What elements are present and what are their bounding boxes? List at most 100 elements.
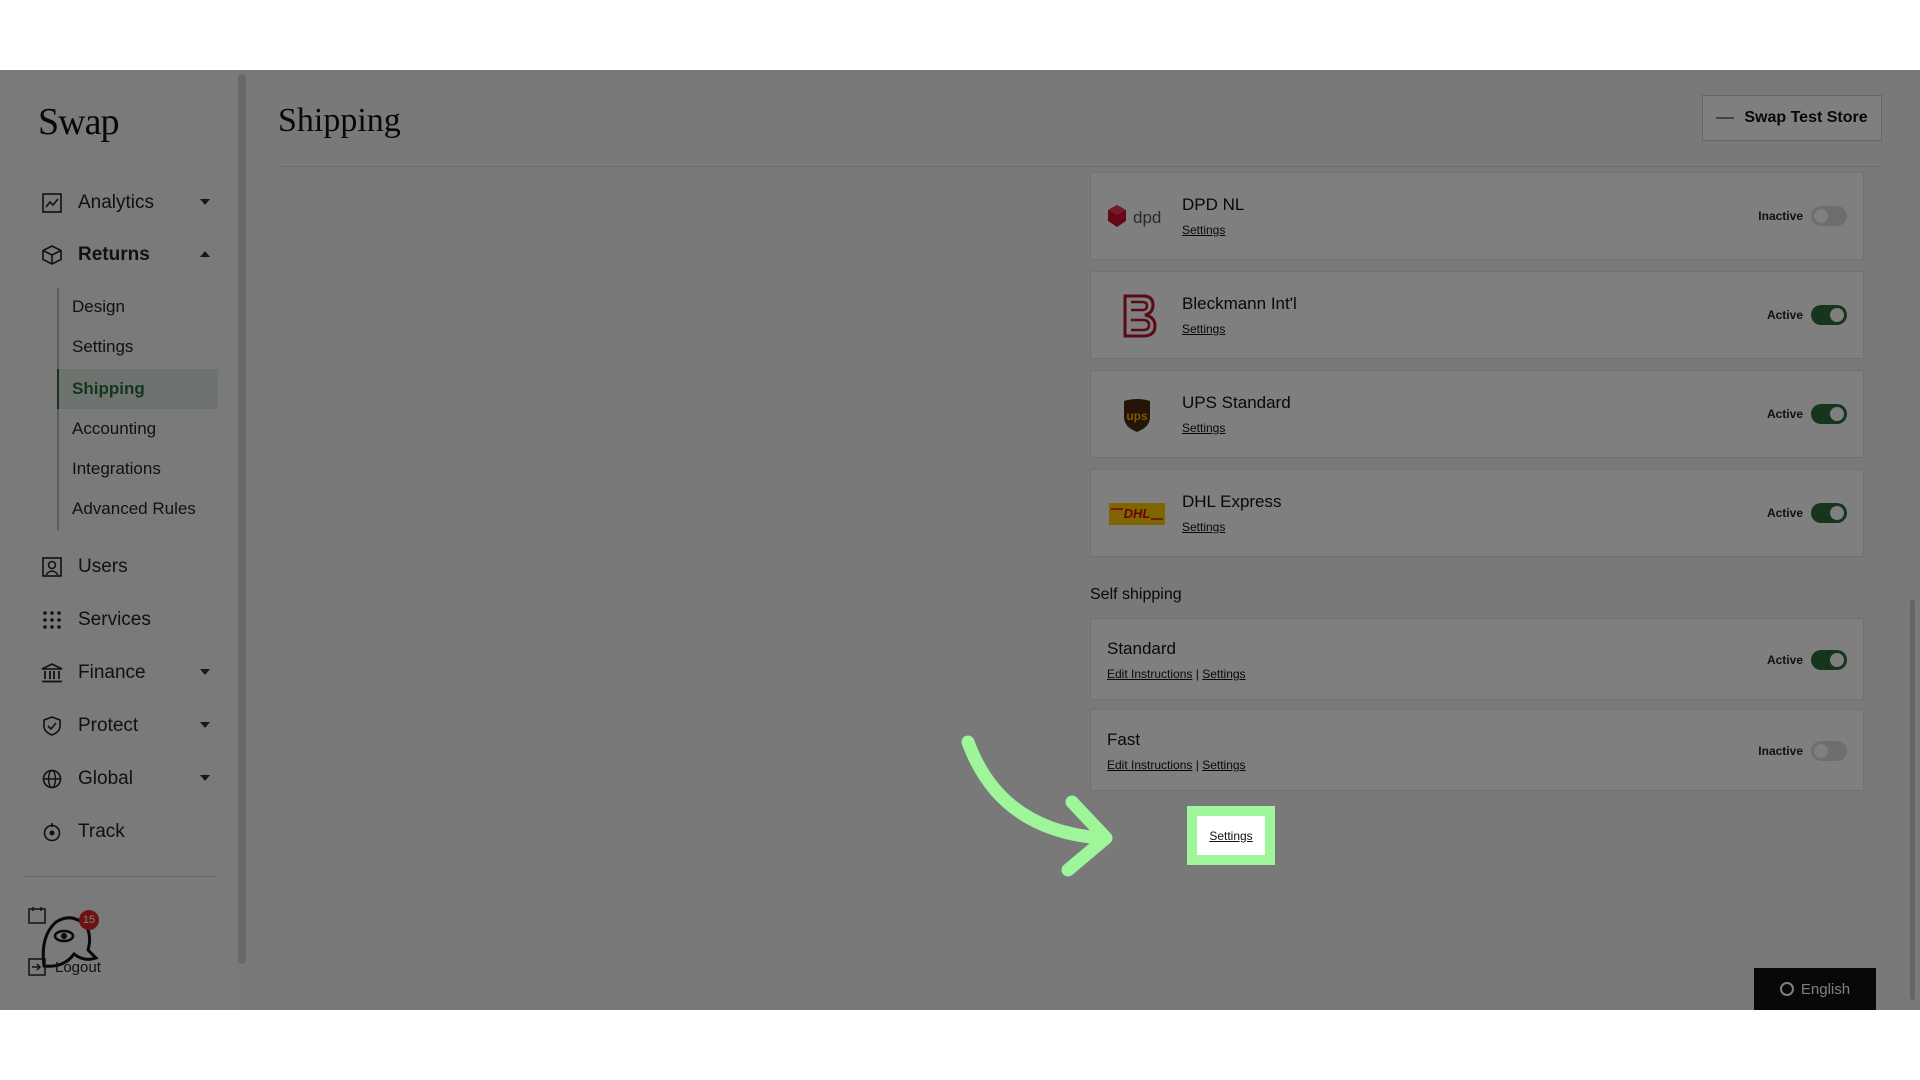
sidebar-item-label: Users (78, 556, 128, 577)
store-selector-button[interactable]: Swap Test Store (1702, 95, 1882, 141)
grid-icon (40, 608, 64, 632)
status-label: Active (1766, 506, 1803, 520)
sub-item-accounting[interactable]: Accounting (72, 414, 156, 444)
shield-icon (40, 714, 64, 738)
notification-badge: 15 (79, 910, 99, 930)
logout-label: Logout (55, 958, 101, 976)
sidebar-item-label: Protect (78, 715, 139, 736)
sidebar-item-track[interactable]: Track (40, 812, 210, 852)
carrier-links: Settings (1182, 223, 1225, 237)
highlighted-settings-label[interactable]: Settings (1209, 829, 1252, 843)
self-shipping-card-standard: Standard Edit Instructions | Settings Ac… (1090, 618, 1864, 700)
chevron-down-icon (200, 199, 210, 205)
self-shipping-heading: Self shipping (1090, 586, 1182, 603)
sidebar-item-label: Global (78, 768, 133, 789)
chevron-up-icon (200, 251, 210, 257)
svg-text:ups: ups (1126, 409, 1148, 423)
app-window: Swap Analytics Returns Design Settings S… (0, 70, 1920, 1010)
carrier-settings-link[interactable]: Settings (1182, 421, 1225, 435)
app-logo: Swap (38, 101, 119, 143)
dhl-logo: DHL (1107, 490, 1167, 538)
carrier-name: DHL Express (1182, 492, 1282, 511)
carrier-toggle[interactable] (1811, 503, 1847, 523)
chevron-down-icon (200, 775, 210, 781)
pointer-arrow-icon (961, 735, 1113, 877)
sidebar-scrollbar[interactable] (238, 74, 246, 964)
carrier-settings-link[interactable]: Settings (1182, 322, 1225, 336)
carrier-toggle[interactable] (1811, 305, 1847, 325)
sidebar-item-label: Finance (78, 662, 146, 683)
sub-item-design[interactable]: Design (72, 292, 125, 322)
sidebar-item-users[interactable]: Users (40, 547, 210, 587)
sub-item-settings[interactable]: Settings (72, 332, 133, 362)
method-name: Standard (1107, 639, 1176, 658)
header-divider (278, 166, 1880, 167)
ups-logo: ups (1107, 391, 1167, 439)
status-label: Active (1766, 653, 1803, 667)
sidebar-item-finance[interactable]: Finance (40, 653, 210, 693)
highlighted-settings-link[interactable]: Settings (1197, 816, 1265, 855)
chevron-down-icon (200, 669, 210, 675)
carrier-links: Settings (1182, 520, 1225, 534)
carrier-name: DPD NL (1182, 195, 1245, 214)
sidebar-divider (24, 876, 216, 877)
carrier-settings-link[interactable]: Settings (1182, 520, 1225, 534)
method-settings-link[interactable]: Settings (1202, 758, 1245, 772)
language-label: English (1800, 980, 1851, 998)
carrier-card-ups: ups UPS Standard Settings Active (1090, 370, 1864, 458)
edit-instructions-link[interactable]: Edit Instructions (1107, 667, 1192, 681)
store-name: Swap Test Store (1744, 109, 1868, 126)
page-title: Shipping (278, 102, 401, 139)
sidebar-item-label: Returns (78, 244, 150, 265)
link-separator: | (1195, 758, 1199, 772)
carrier-name: UPS Standard (1182, 393, 1291, 412)
user-icon (40, 555, 64, 579)
status-label: Inactive (1758, 209, 1803, 223)
language-button[interactable]: English (1754, 968, 1876, 1010)
track-icon (40, 820, 64, 844)
sidebar-item-analytics[interactable]: Analytics (40, 183, 210, 223)
self-shipping-card-fast: Fast Edit Instructions | Settings Inacti… (1090, 709, 1864, 791)
carrier-links: Settings (1182, 421, 1225, 435)
status-label: Inactive (1758, 744, 1803, 758)
status-label: Active (1766, 407, 1803, 421)
chevron-down-icon (200, 722, 210, 728)
sub-item-advanced-rules[interactable]: Advanced Rules (72, 494, 196, 524)
carrier-settings-link[interactable]: Settings (1182, 223, 1225, 237)
method-toggle[interactable] (1811, 741, 1847, 761)
method-toggle[interactable] (1811, 650, 1847, 670)
bleckmann-logo (1107, 292, 1167, 340)
chart-icon (40, 191, 64, 215)
status-label: Active (1766, 308, 1803, 322)
sidebar-item-label: Track (78, 821, 125, 842)
minus-icon (1716, 117, 1735, 119)
carrier-card-dhl: DHL DHL Express Settings Active (1090, 469, 1864, 557)
sidebar-item-label: Services (78, 609, 151, 630)
sub-item-integrations[interactable]: Integrations (72, 454, 161, 484)
main-scrollbar[interactable] (1910, 600, 1915, 1000)
carrier-card-bleckmann: Bleckmann Int'l Settings Active (1090, 271, 1864, 359)
logout-button[interactable]: Logout (28, 958, 101, 976)
globe-icon (40, 767, 64, 791)
sidebar-item-protect[interactable]: Protect (40, 706, 210, 746)
method-links: Edit Instructions | Settings (1107, 667, 1246, 681)
svg-text:DHL: DHL (1124, 506, 1151, 521)
dpd-logo: dpd (1107, 193, 1167, 241)
method-settings-link[interactable]: Settings (1202, 667, 1245, 681)
logout-icon (28, 958, 46, 976)
carrier-links: Settings (1182, 322, 1225, 336)
language-icon (1779, 982, 1794, 996)
sidebar-item-returns[interactable]: Returns (40, 235, 210, 275)
sidebar-item-global[interactable]: Global (40, 759, 210, 799)
carrier-card-dpd: dpd DPD NL Settings Inactive (1090, 172, 1864, 260)
carrier-toggle[interactable] (1811, 404, 1847, 424)
sidebar-item-services[interactable]: Services (40, 600, 210, 640)
link-separator: | (1195, 667, 1199, 681)
carrier-name: Bleckmann Int'l (1182, 294, 1297, 313)
sidebar: Swap Analytics Returns Design Settings S… (0, 70, 236, 1010)
bank-icon (40, 661, 64, 685)
svg-text:dpd: dpd (1133, 208, 1161, 227)
sub-item-shipping[interactable]: Shipping (72, 374, 145, 404)
carrier-toggle[interactable] (1811, 206, 1847, 226)
sidebar-item-label: Analytics (78, 192, 155, 213)
